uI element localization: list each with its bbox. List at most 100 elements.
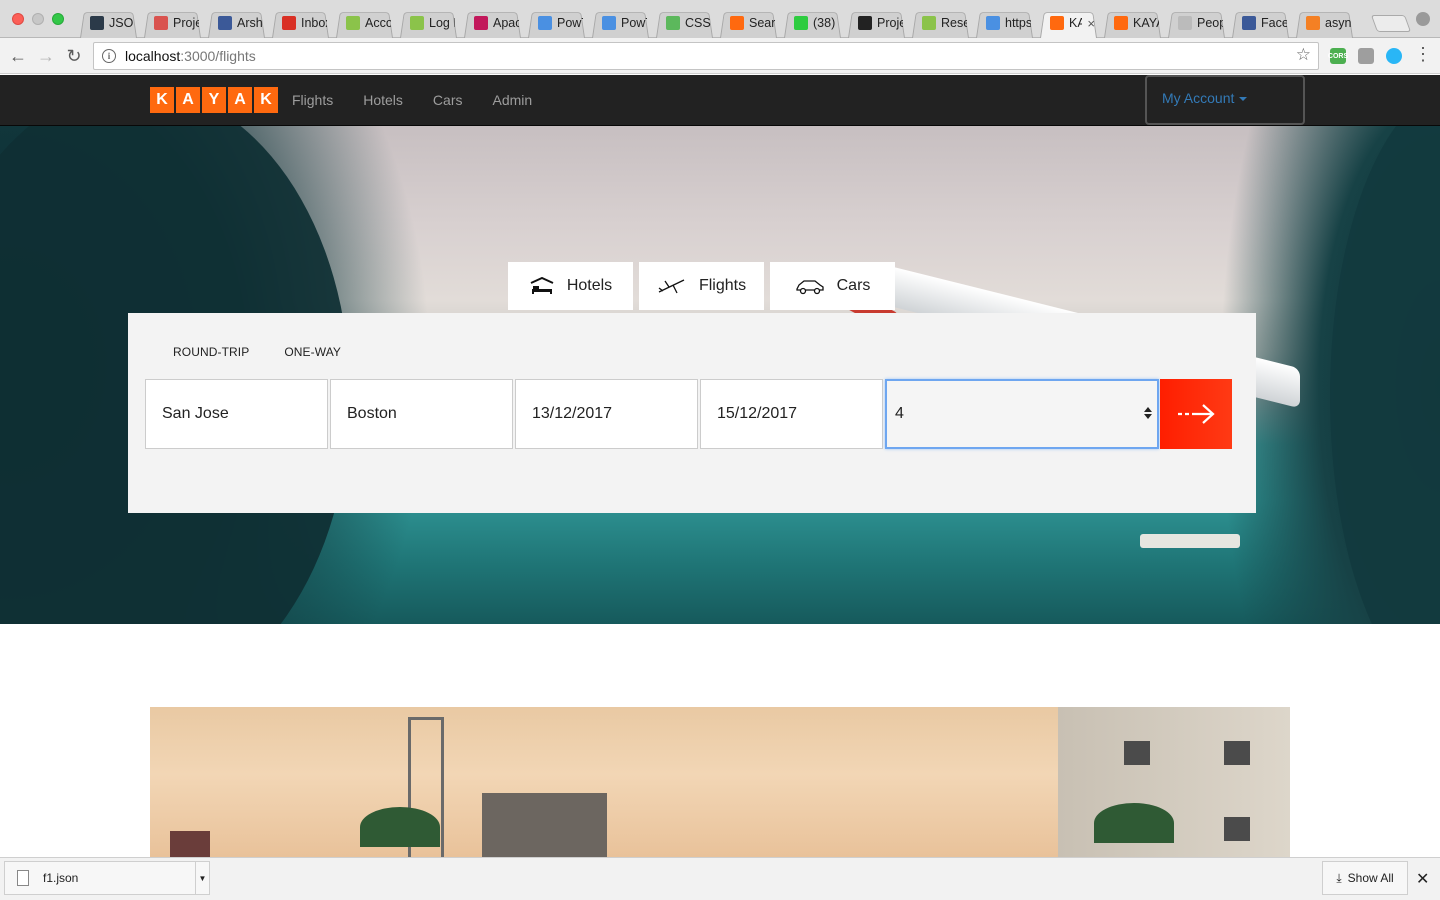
forward-icon[interactable]: → <box>34 44 58 68</box>
browser-toolbar: ← → ↻ i localhost:3000/flights ☆ CORS ⋮ <box>0 38 1440 74</box>
browser-tab[interactable]: Rese <box>908 8 973 38</box>
browser-tab[interactable]: CSS <box>652 8 717 38</box>
tab-favicon-icon <box>410 16 424 30</box>
browser-tab-label: KAYA <box>1133 16 1159 30</box>
hotel-bed-icon <box>529 277 555 295</box>
number-spinner-icon[interactable] <box>1144 407 1152 419</box>
file-icon <box>17 870 29 886</box>
browser-tab[interactable]: asyn <box>1292 8 1357 38</box>
close-tab-icon[interactable]: × <box>1087 16 1095 31</box>
browser-tab-strip: JSO Proje Arsh Inbox Acco Log I Apac PowT PowT CS… <box>0 0 1440 38</box>
tab-favicon-icon <box>794 16 808 30</box>
tab-cars[interactable]: Cars <box>770 262 895 310</box>
browser-tab[interactable]: Log I <box>396 8 461 38</box>
tab-flights-label: Flights <box>698 277 747 294</box>
url-host: localhost <box>125 48 181 64</box>
new-tab-button[interactable] <box>1370 15 1412 32</box>
building-window <box>1224 741 1250 765</box>
building-window <box>1224 817 1250 841</box>
logo-letter: Y <box>202 87 226 113</box>
browser-tab-label: Log I <box>429 16 455 30</box>
download-item[interactable]: f1.json ▼ <box>4 861 210 895</box>
one-way-option[interactable]: ONE-WAY <box>284 345 341 359</box>
logo-letter: A <box>228 87 252 113</box>
browser-tab[interactable]: https <box>972 8 1037 38</box>
browser-tab[interactable]: Proje <box>844 8 909 38</box>
tab-favicon-icon <box>602 16 616 30</box>
tab-favicon-icon <box>730 16 744 30</box>
trip-type-options: ROUND-TRIP ONE-WAY <box>173 345 341 359</box>
minimize-window-button[interactable] <box>32 13 44 25</box>
show-all-downloads-button[interactable]: ⤓ Show All <box>1322 861 1408 895</box>
show-all-label: Show All <box>1347 871 1394 885</box>
browser-tab[interactable]: Acco <box>332 8 397 38</box>
flight-search-panel: ROUND-TRIP ONE-WAY San Jose Boston 13/12… <box>128 313 1256 513</box>
browser-tab[interactable]: KAYA <box>1100 8 1165 38</box>
back-icon[interactable]: ← <box>6 44 30 68</box>
browser-tab[interactable]: Proje <box>140 8 205 38</box>
browser-tab[interactable]: Sear <box>716 8 781 38</box>
browser-tab[interactable]: Arsh <box>204 8 269 38</box>
browser-tab-label: KA <box>1069 16 1083 30</box>
building-window <box>1124 741 1150 765</box>
my-account-dropdown[interactable]: My Account <box>1145 75 1305 125</box>
browser-tab[interactable]: Peop <box>1164 8 1229 38</box>
browser-tab[interactable]: Face <box>1228 8 1293 38</box>
logo-letter: K <box>254 87 278 113</box>
cors-extension-label: CORS <box>1327 52 1349 60</box>
bookmark-star-icon[interactable]: ☆ <box>1296 45 1311 65</box>
round-trip-option[interactable]: ROUND-TRIP <box>173 345 249 359</box>
nav-link-hotels[interactable]: Hotels <box>363 92 403 108</box>
tab-favicon-icon <box>154 16 168 30</box>
url-path: :3000/flights <box>180 48 256 64</box>
kayak-logo[interactable]: KAYAK <box>150 87 278 113</box>
browser-tab[interactable]: Inbox <box>268 8 333 38</box>
caret-down-icon <box>1239 97 1248 102</box>
tab-favicon-icon <box>346 16 360 30</box>
browser-tab[interactable]: (38) <box>780 8 845 38</box>
travelers-number-input[interactable]: 4 <box>885 379 1159 449</box>
building <box>482 793 607 857</box>
site-info-icon[interactable]: i <box>102 49 116 63</box>
download-filename: f1.json <box>43 871 79 885</box>
browser-menu-icon[interactable]: ⋮ <box>1414 45 1432 63</box>
cors-extension-icon[interactable]: CORS <box>1327 48 1349 64</box>
browser-tab[interactable]: PowT <box>524 8 589 38</box>
close-icon[interactable]: ✕ <box>1416 869 1429 889</box>
reload-icon[interactable]: ↻ <box>62 44 86 68</box>
tab-favicon-icon <box>986 16 1000 30</box>
browser-tab-label: CSS <box>685 16 711 30</box>
profile-icon[interactable] <box>1416 12 1430 26</box>
destination-value: Boston <box>347 405 397 422</box>
nav-link-cars[interactable]: Cars <box>433 92 463 108</box>
search-flights-button[interactable] <box>1160 379 1232 449</box>
tab-hotels[interactable]: Hotels <box>508 262 633 310</box>
extension-globe-icon[interactable] <box>1386 48 1402 64</box>
nav-link-admin[interactable]: Admin <box>492 92 532 108</box>
origin-field[interactable]: San Jose <box>145 379 328 449</box>
tab-flights[interactable]: Flights <box>639 262 764 310</box>
depart-date-field[interactable]: 13/12/2017 <box>515 379 698 449</box>
browser-tab[interactable]: KA × <box>1036 8 1101 38</box>
chevron-down-icon[interactable]: ▼ <box>195 862 209 894</box>
browser-tab[interactable]: JSO <box>76 8 141 38</box>
browser-tab[interactable]: PowT <box>588 8 653 38</box>
browser-tab-label: asyn <box>1325 16 1351 30</box>
browser-tab-label: Rese <box>941 16 967 30</box>
browser-tab[interactable]: Apac <box>460 8 525 38</box>
promo-city-image <box>150 707 1290 857</box>
building <box>170 831 210 857</box>
nav-link-flights[interactable]: Flights <box>292 92 333 108</box>
destination-field[interactable]: Boston <box>330 379 513 449</box>
tab-favicon-icon <box>1050 16 1064 30</box>
extension-icon[interactable] <box>1358 48 1374 64</box>
return-date-field[interactable]: 15/12/2017 <box>700 379 883 449</box>
address-bar[interactable]: i localhost:3000/flights ☆ <box>93 42 1319 70</box>
tab-favicon-icon <box>1306 16 1320 30</box>
close-window-button[interactable] <box>12 13 24 25</box>
palm-tree <box>360 807 440 847</box>
zoom-window-button[interactable] <box>52 13 64 25</box>
browser-tab-label: Face <box>1261 16 1287 30</box>
building <box>1058 707 1290 857</box>
depart-date-value: 13/12/2017 <box>532 405 613 422</box>
